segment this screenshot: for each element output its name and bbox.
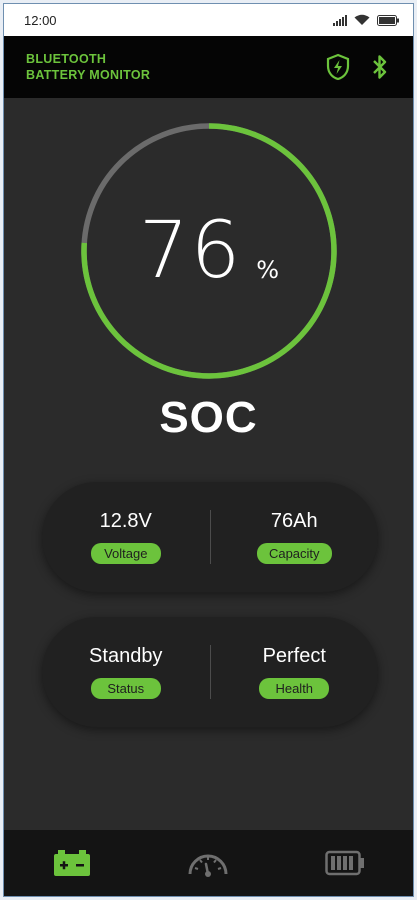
- signal-icon: [333, 14, 347, 26]
- speedometer-icon: [188, 854, 228, 877]
- wifi-icon: [354, 14, 370, 25]
- soc-value: 76: [138, 206, 243, 296]
- main-content: 76 % SOC 12.8V Voltage 76Ah Capacity Sta…: [4, 98, 413, 832]
- status-cell: Standby Status: [42, 645, 210, 699]
- status-badge: Status: [90, 678, 161, 699]
- tab-battery-level[interactable]: [315, 841, 375, 885]
- phone-frame: 12:00 Bluetooth Battery Monitor: [3, 3, 414, 897]
- health-value: Perfect: [262, 645, 326, 667]
- capacity-cell: 76Ah Capacity: [211, 510, 379, 564]
- capacity-badge: Capacity: [256, 543, 332, 564]
- voltage-badge: Voltage: [90, 543, 161, 564]
- battery-level-icon: [325, 850, 364, 876]
- metric-card-condition: Standby Status Perfect Health: [42, 617, 378, 727]
- tab-gauge[interactable]: [178, 841, 238, 885]
- bluetooth-icon[interactable]: [371, 53, 389, 81]
- bottom-tab-bar: [4, 830, 413, 896]
- status-time: 12:00: [24, 12, 57, 28]
- tab-battery[interactable]: [42, 841, 102, 885]
- status-bar: 12:00: [4, 4, 413, 36]
- status-value: Standby: [89, 645, 163, 667]
- soc-readout: 76 %: [78, 120, 340, 382]
- battery-status-icon: [377, 14, 399, 26]
- voltage-value: 12.8V: [99, 510, 152, 532]
- health-cell: Perfect Health: [211, 645, 379, 699]
- app-title: Bluetooth Battery Monitor: [26, 52, 151, 82]
- metric-card-electrical: 12.8V Voltage 76Ah Capacity: [42, 482, 378, 592]
- shield-bolt-icon[interactable]: [325, 53, 351, 81]
- capacity-value: 76Ah: [270, 510, 318, 532]
- voltage-cell: 12.8V Voltage: [42, 510, 210, 564]
- battery-terminal-icon: [54, 850, 91, 876]
- health-badge: Health: [259, 678, 330, 699]
- app-header: Bluetooth Battery Monitor: [4, 36, 413, 98]
- soc-unit: %: [256, 256, 280, 284]
- status-icons: [333, 14, 399, 26]
- soc-label: SOC: [159, 393, 258, 442]
